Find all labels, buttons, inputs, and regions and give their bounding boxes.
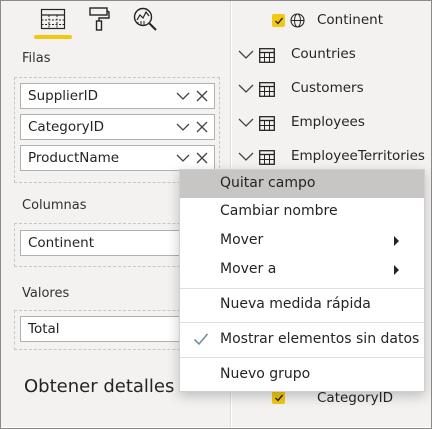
rows-well-label: Filas xyxy=(22,51,51,66)
columns-well-label: Columnas xyxy=(22,198,87,213)
checkbox-checked-icon[interactable] xyxy=(272,391,285,404)
chevron-down-icon[interactable] xyxy=(238,117,254,129)
table-icon xyxy=(259,116,275,131)
menu-item-nuevo-grupo[interactable]: Nuevo grupo xyxy=(180,361,424,389)
chevron-down-icon[interactable] xyxy=(176,120,190,134)
format-paint-roller-icon[interactable] xyxy=(83,5,115,33)
chevron-down-icon[interactable] xyxy=(176,151,190,165)
table-item-employees[interactable]: Employees xyxy=(232,110,431,136)
menu-item-label: Mover xyxy=(220,232,264,248)
submenu-arrow-icon xyxy=(394,265,399,275)
checkbox-checked-icon[interactable] xyxy=(272,14,285,27)
globe-icon xyxy=(290,13,305,32)
field-label: CategoryID xyxy=(28,119,105,135)
menu-divider xyxy=(180,357,424,358)
table-label: Customers xyxy=(291,80,364,96)
table-label: Employees xyxy=(291,114,365,130)
values-well-label: Valores xyxy=(22,286,70,301)
rows-field-productname[interactable]: ProductName xyxy=(20,145,215,171)
table-item-countries[interactable]: Countries xyxy=(232,42,431,68)
menu-item-mostrar-elementos-sin-datos[interactable]: Mostrar elementos sin datos xyxy=(180,326,424,354)
menu-item-mover[interactable]: Mover xyxy=(180,227,424,255)
menu-item-nueva-medida-rapida[interactable]: Nueva medida rápida xyxy=(180,291,424,319)
table-icon xyxy=(259,150,275,165)
close-icon[interactable] xyxy=(196,152,208,164)
rows-field-supplierid[interactable]: SupplierID xyxy=(20,83,215,109)
field-label: Continent xyxy=(317,12,383,28)
table-label: Countries xyxy=(291,46,356,62)
submenu-arrow-icon xyxy=(394,236,399,246)
close-icon[interactable] xyxy=(196,121,208,133)
rows-field-categoryid[interactable]: CategoryID xyxy=(20,114,215,140)
menu-item-cambiar-nombre[interactable]: Cambiar nombre xyxy=(180,198,424,226)
field-label: SupplierID xyxy=(28,88,98,104)
menu-divider xyxy=(180,322,424,323)
visualizations-toolbar xyxy=(1,1,230,41)
close-icon[interactable] xyxy=(196,90,208,102)
table-label: EmployeeTerritories xyxy=(291,148,425,164)
field-label: Continent xyxy=(28,235,94,251)
table-icon xyxy=(259,48,275,63)
menu-divider xyxy=(180,288,424,289)
chevron-down-icon[interactable] xyxy=(176,89,190,103)
menu-item-label: Nueva medida rápida xyxy=(220,296,371,312)
field-label: CategoryID xyxy=(317,390,394,406)
menu-item-label: Cambiar nombre xyxy=(220,203,338,219)
menu-item-quitar-campo[interactable]: Quitar campo xyxy=(180,170,424,198)
rows-well[interactable]: SupplierID CategoryID ProductName xyxy=(14,77,220,183)
table-item-customers[interactable]: Customers xyxy=(232,76,431,102)
menu-item-label: Nuevo grupo xyxy=(220,366,311,382)
table-item-employeeterritories[interactable]: EmployeeTerritories xyxy=(232,144,431,170)
active-tab-indicator xyxy=(34,35,72,39)
field-context-menu: Quitar campo Cambiar nombre Mover Mover … xyxy=(179,169,425,392)
chevron-down-icon[interactable] xyxy=(238,83,254,95)
field-label: ProductName xyxy=(28,150,120,166)
menu-item-label: Quitar campo xyxy=(220,175,316,191)
analytics-magnifier-icon[interactable] xyxy=(129,5,161,33)
details-section-title: Obtener detalles xyxy=(24,376,175,397)
table-icon xyxy=(259,82,275,97)
field-label: Total xyxy=(28,321,60,337)
field-item-continent[interactable]: Continent xyxy=(232,8,431,34)
chevron-down-icon[interactable] xyxy=(238,49,254,61)
menu-item-label: Mostrar elementos sin datos xyxy=(220,331,420,347)
menu-item-label: Mover a xyxy=(220,261,277,277)
checkmark-icon xyxy=(193,333,209,346)
fields-table-icon[interactable] xyxy=(37,5,69,33)
menu-item-mover-a[interactable]: Mover a xyxy=(180,256,424,284)
chevron-down-icon[interactable] xyxy=(238,151,254,163)
